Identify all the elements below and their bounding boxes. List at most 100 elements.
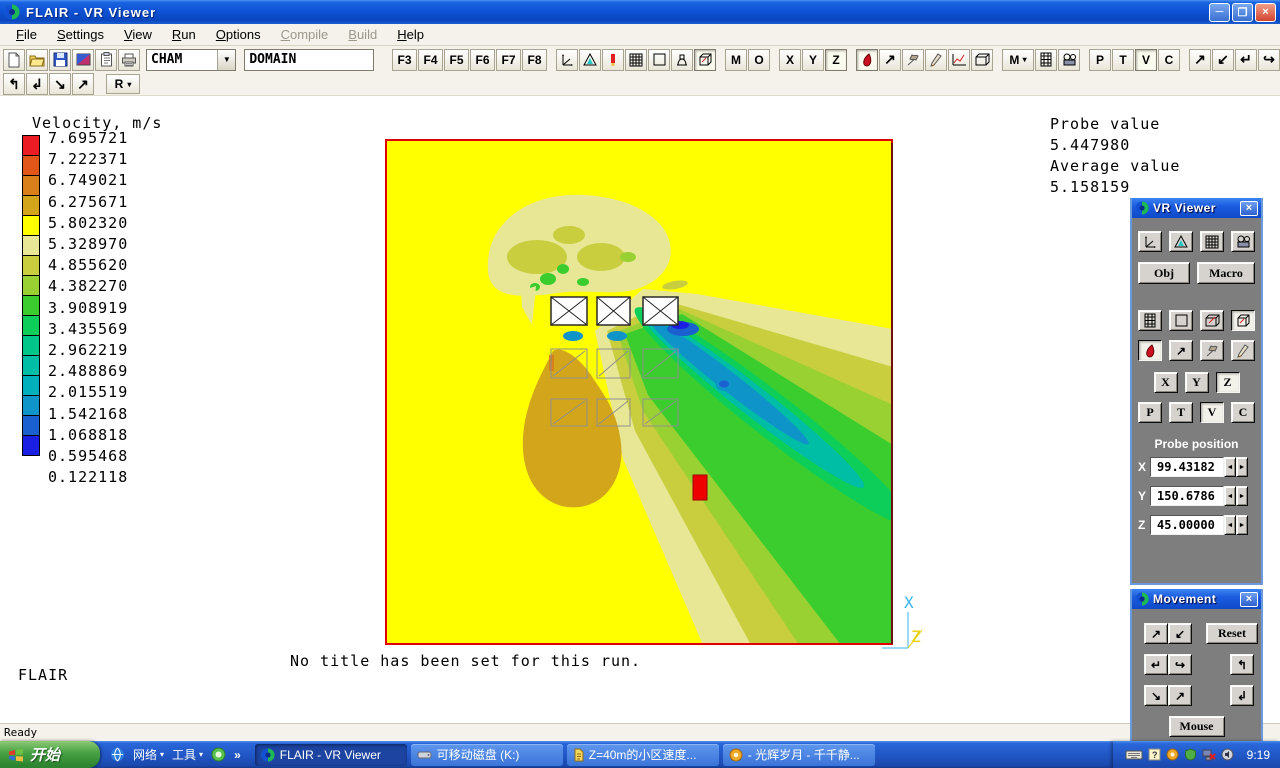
- o-button[interactable]: O: [748, 49, 770, 71]
- player-tray-icon[interactable]: [1166, 748, 1179, 761]
- menu-settings[interactable]: Settings: [47, 25, 114, 44]
- panel-outline-button[interactable]: [1169, 310, 1193, 331]
- macro-button[interactable]: Macro: [1197, 262, 1255, 284]
- cham-combobox[interactable]: CHAM ▼: [146, 49, 236, 71]
- move-ne-button[interactable]: ↗: [1144, 623, 1168, 644]
- panel-vector-button[interactable]: ↗: [1169, 340, 1193, 361]
- help-tray-icon[interactable]: ?: [1148, 748, 1161, 761]
- vr-panel-titlebar[interactable]: VR Viewer ×: [1132, 198, 1261, 218]
- rotate-up-button[interactable]: ↰: [1230, 654, 1254, 675]
- save-button[interactable]: [49, 49, 71, 71]
- outline-toggle-button[interactable]: [648, 49, 670, 71]
- probe-y-input[interactable]: [1150, 486, 1224, 506]
- probe-y-decrement[interactable]: ◄: [1224, 486, 1236, 506]
- wireframe-toggle-button[interactable]: [579, 49, 601, 71]
- menu-file[interactable]: File: [6, 25, 47, 44]
- restore-button[interactable]: ❐: [1232, 3, 1253, 22]
- panel-animation-button[interactable]: [1231, 231, 1255, 252]
- messenger-icon[interactable]: [211, 747, 226, 762]
- rotate-down-button[interactable]: ↲: [1230, 685, 1254, 706]
- menu-view[interactable]: View: [114, 25, 162, 44]
- task-velocity-doc[interactable]: Z=40m的小区速度...: [567, 744, 719, 766]
- panel-c-button[interactable]: C: [1231, 402, 1255, 423]
- probe-object[interactable]: [693, 475, 707, 500]
- panel-t-button[interactable]: T: [1169, 402, 1193, 423]
- menu-help[interactable]: Help: [387, 25, 434, 44]
- probe-x-input[interactable]: [1150, 457, 1224, 477]
- film-button[interactable]: [1035, 49, 1057, 71]
- clock[interactable]: 9:19: [1247, 748, 1270, 762]
- panel-probe-button[interactable]: [1138, 340, 1162, 361]
- panel-y-plane-button[interactable]: Y: [1185, 372, 1209, 393]
- task-flair[interactable]: FLAIR - VR Viewer: [255, 744, 407, 766]
- quick-launch-network[interactable]: 网络▾: [133, 746, 164, 763]
- vector-arrow-button[interactable]: ↗: [879, 49, 901, 71]
- move-return-button[interactable]: ↵: [1144, 654, 1168, 675]
- view-arrow-sw-button[interactable]: ↙: [1212, 49, 1234, 71]
- view-return-button[interactable]: ↵: [1235, 49, 1257, 71]
- open-button[interactable]: [26, 49, 48, 71]
- chevron-down-icon[interactable]: ▼: [217, 50, 235, 70]
- move-se-button[interactable]: ↘: [1144, 685, 1168, 706]
- panel-p-button[interactable]: P: [1138, 402, 1162, 423]
- rotate-left-button[interactable]: ↰: [3, 73, 25, 95]
- object-view-button[interactable]: [671, 49, 693, 71]
- probe-y-increment[interactable]: ►: [1236, 486, 1248, 506]
- network-error-tray-icon[interactable]: [1202, 748, 1216, 761]
- animation-button[interactable]: [1058, 49, 1080, 71]
- box3d-button[interactable]: [971, 49, 993, 71]
- movement-panel-titlebar[interactable]: Movement ×: [1132, 589, 1261, 609]
- mouse-button[interactable]: Mouse: [1169, 716, 1225, 737]
- x-plane-button[interactable]: X: [779, 49, 801, 71]
- m-button[interactable]: M: [725, 49, 747, 71]
- obj-button[interactable]: Obj: [1138, 262, 1190, 284]
- move-sw-button[interactable]: ↙: [1168, 623, 1192, 644]
- quick-launch-tools[interactable]: 工具▾: [172, 746, 203, 763]
- r-dropdown-button[interactable]: R▾: [106, 74, 140, 94]
- graph-button[interactable]: [948, 49, 970, 71]
- copy-button[interactable]: [95, 49, 117, 71]
- panel-axes-button[interactable]: [1138, 231, 1162, 252]
- pencil-tool-button[interactable]: [925, 49, 947, 71]
- probe-marker-button[interactable]: [602, 49, 624, 71]
- view-hook-button[interactable]: ↪: [1258, 49, 1280, 71]
- mesh-toggle-button[interactable]: [625, 49, 647, 71]
- v-button[interactable]: V: [1135, 49, 1157, 71]
- start-button[interactable]: 开始: [0, 741, 100, 768]
- probe-z-increment[interactable]: ►: [1236, 515, 1248, 535]
- close-button[interactable]: ×: [1255, 3, 1276, 22]
- z-plane-button[interactable]: Z: [825, 49, 847, 71]
- rotate-right-button[interactable]: ↲: [26, 73, 48, 95]
- reset-button[interactable]: Reset: [1206, 623, 1258, 644]
- view-arrow-ne-button[interactable]: ↗: [1189, 49, 1211, 71]
- image-button[interactable]: [72, 49, 94, 71]
- probe-tool-button[interactable]: [856, 49, 878, 71]
- move-ne2-button[interactable]: ↗: [1168, 685, 1192, 706]
- menu-options[interactable]: Options: [206, 25, 271, 44]
- menu-run[interactable]: Run: [162, 25, 206, 44]
- probe-z-input[interactable]: [1150, 515, 1224, 535]
- panel-wireframe-button[interactable]: [1169, 231, 1193, 252]
- task-music-player[interactable]: - 光辉岁月 - 千千静...: [723, 744, 875, 766]
- tilt-up-button[interactable]: ↗: [72, 73, 94, 95]
- tilt-down-button[interactable]: ↘: [49, 73, 71, 95]
- antivirus-tray-icon[interactable]: [1184, 748, 1197, 761]
- browser-icon[interactable]: [110, 747, 125, 762]
- f3-button[interactable]: F3: [392, 49, 417, 71]
- panel-z-plane-button[interactable]: Z: [1216, 372, 1240, 393]
- move-hook-button[interactable]: ↪: [1168, 654, 1192, 675]
- panel-mesh-button[interactable]: [1200, 231, 1224, 252]
- probe-z-decrement[interactable]: ◄: [1224, 515, 1236, 535]
- panel-v-button[interactable]: V: [1200, 402, 1224, 423]
- probe-x-decrement[interactable]: ◄: [1224, 457, 1236, 477]
- close-icon[interactable]: ×: [1240, 592, 1258, 607]
- domain-field[interactable]: DOMAIN: [244, 49, 374, 71]
- overflow-chevron[interactable]: »: [234, 748, 241, 762]
- new-file-button[interactable]: [3, 49, 25, 71]
- keyboard-icon[interactable]: [1125, 749, 1143, 761]
- panel-cube-button[interactable]: [1231, 310, 1255, 331]
- flag-button[interactable]: [902, 49, 924, 71]
- f8-button[interactable]: F8: [522, 49, 547, 71]
- f5-button[interactable]: F5: [444, 49, 469, 71]
- panel-x-plane-button[interactable]: X: [1154, 372, 1178, 393]
